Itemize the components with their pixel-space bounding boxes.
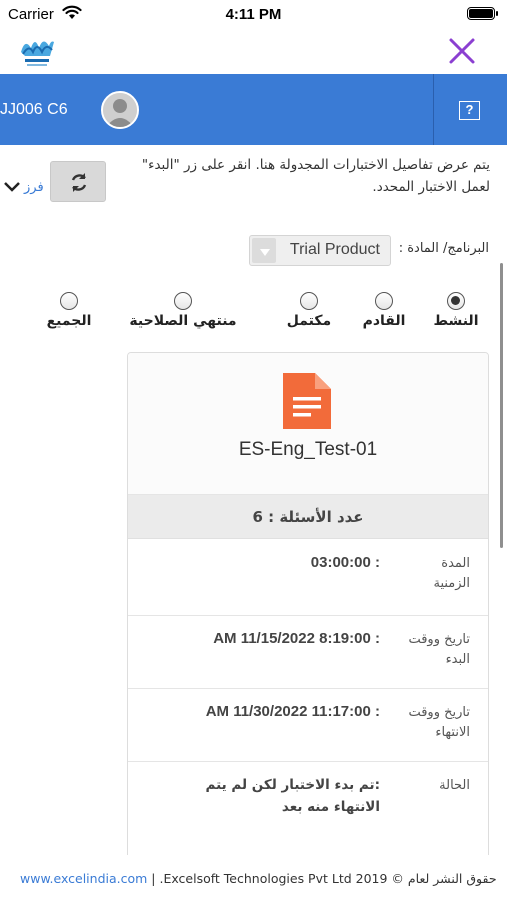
status-value: :تم بدء الاختبار لكن لم يتم الانتهاء منه… (205, 777, 381, 815)
program-label: البرنامج/ المادة : (398, 241, 489, 256)
refresh-icon (71, 173, 87, 192)
start-time-value: : 8:19:00 11/15/2022 AM (213, 630, 380, 647)
user-code: JJ006 C6 (0, 101, 68, 118)
footer: www.excelindia.com | .Excelsoft Technolo… (0, 855, 507, 900)
radio-expired[interactable]: منتهي الصلاحية (121, 292, 245, 329)
caret-down-icon (260, 249, 270, 256)
header-divider (433, 74, 434, 145)
radio-all[interactable]: الجميع (36, 292, 102, 329)
end-time-value: : 11:17:00 11/30/2022 AM (205, 703, 380, 720)
help-button[interactable]: ? (459, 101, 480, 120)
start-time-label: تاريخ ووقت البدء (408, 632, 470, 667)
status-row: الحالة :تم بدء الاختبار لكن لم يتم الانت… (128, 762, 488, 842)
sort-toggle[interactable]: فرز (24, 180, 44, 195)
radio-circle[interactable] (60, 292, 78, 310)
radio-label: القادم (362, 313, 406, 329)
duration-label: المدة الزمنية (433, 556, 470, 591)
radio-circle[interactable] (174, 292, 192, 310)
radio-circle[interactable] (375, 292, 393, 310)
duration-value: : 03:00:00 (310, 554, 380, 571)
status-label: الحالة (439, 778, 470, 793)
end-time-label: تاريخ ووقت الانتهاء (408, 705, 470, 740)
program-selected-value: Trial Product (289, 241, 380, 258)
radio-circle[interactable] (300, 292, 318, 310)
university-logo (17, 30, 57, 70)
top-bar (0, 28, 507, 74)
test-card: ES-Eng_Test-01 عدد الأسئلة : 6 المدة الز… (127, 352, 489, 855)
battery-icon (467, 7, 498, 20)
footer-link[interactable]: www.excelindia.com (20, 871, 147, 886)
start-time-row: تاريخ ووقت البدء : 8:19:00 11/15/2022 AM (128, 616, 488, 689)
status-bar: Carrier 4:11 PM (0, 0, 507, 28)
program-select[interactable]: Trial Product (249, 235, 391, 266)
close-button[interactable] (447, 36, 477, 66)
end-time-row: تاريخ ووقت الانتهاء : 11:17:00 11/30/202… (128, 689, 488, 762)
radio-active[interactable]: النشط (431, 292, 481, 329)
status-filter-group: النشط القادم مكتمل منتهي الصلاحية الجميع (0, 292, 507, 336)
radio-upcoming[interactable]: القادم (352, 292, 416, 329)
refresh-button[interactable] (50, 161, 106, 202)
duration-row: المدة الزمنية : 03:00:00 (128, 540, 488, 616)
question-count: عدد الأسئلة : 6 (128, 495, 488, 539)
dropdown-toggle (252, 238, 276, 263)
radio-label: الجميع (46, 313, 92, 329)
user-avatar-icon (103, 93, 137, 127)
clock: 4:11 PM (225, 6, 282, 23)
close-icon (449, 38, 475, 64)
user-header: JJ006 C6 ? (0, 74, 507, 145)
radio-completed[interactable]: مكتمل (272, 292, 346, 329)
test-name: ES-Eng_Test-01 (238, 439, 378, 460)
chevron-down-icon[interactable] (3, 178, 21, 197)
instructions-text: يتم عرض تفاصيل الاختبارات المجدولة هنا. … (141, 157, 490, 195)
radio-circle[interactable] (447, 292, 465, 310)
test-card-header: ES-Eng_Test-01 (128, 353, 488, 495)
footer-text: www.excelindia.com | .Excelsoft Technolo… (20, 871, 497, 886)
copyright-text: | .Excelsoft Technologies Pvt Ltd 2019 ©… (147, 871, 497, 886)
radio-label: منتهي الصلاحية (129, 313, 237, 329)
radio-label: النشط (433, 313, 479, 329)
document-icon (283, 373, 331, 429)
main-content: فرز يتم عرض تفاصيل الاختبارات المجدولة ه… (0, 145, 507, 855)
avatar[interactable] (101, 91, 139, 129)
radio-label: مكتمل (286, 313, 332, 329)
